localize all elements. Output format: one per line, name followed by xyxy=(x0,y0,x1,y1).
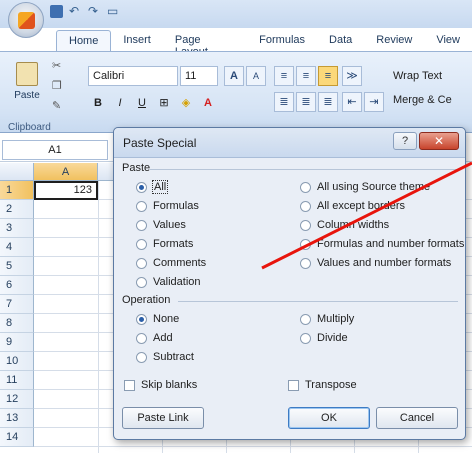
annotation-line xyxy=(261,161,472,270)
annotation-arrow-line xyxy=(261,161,472,270)
